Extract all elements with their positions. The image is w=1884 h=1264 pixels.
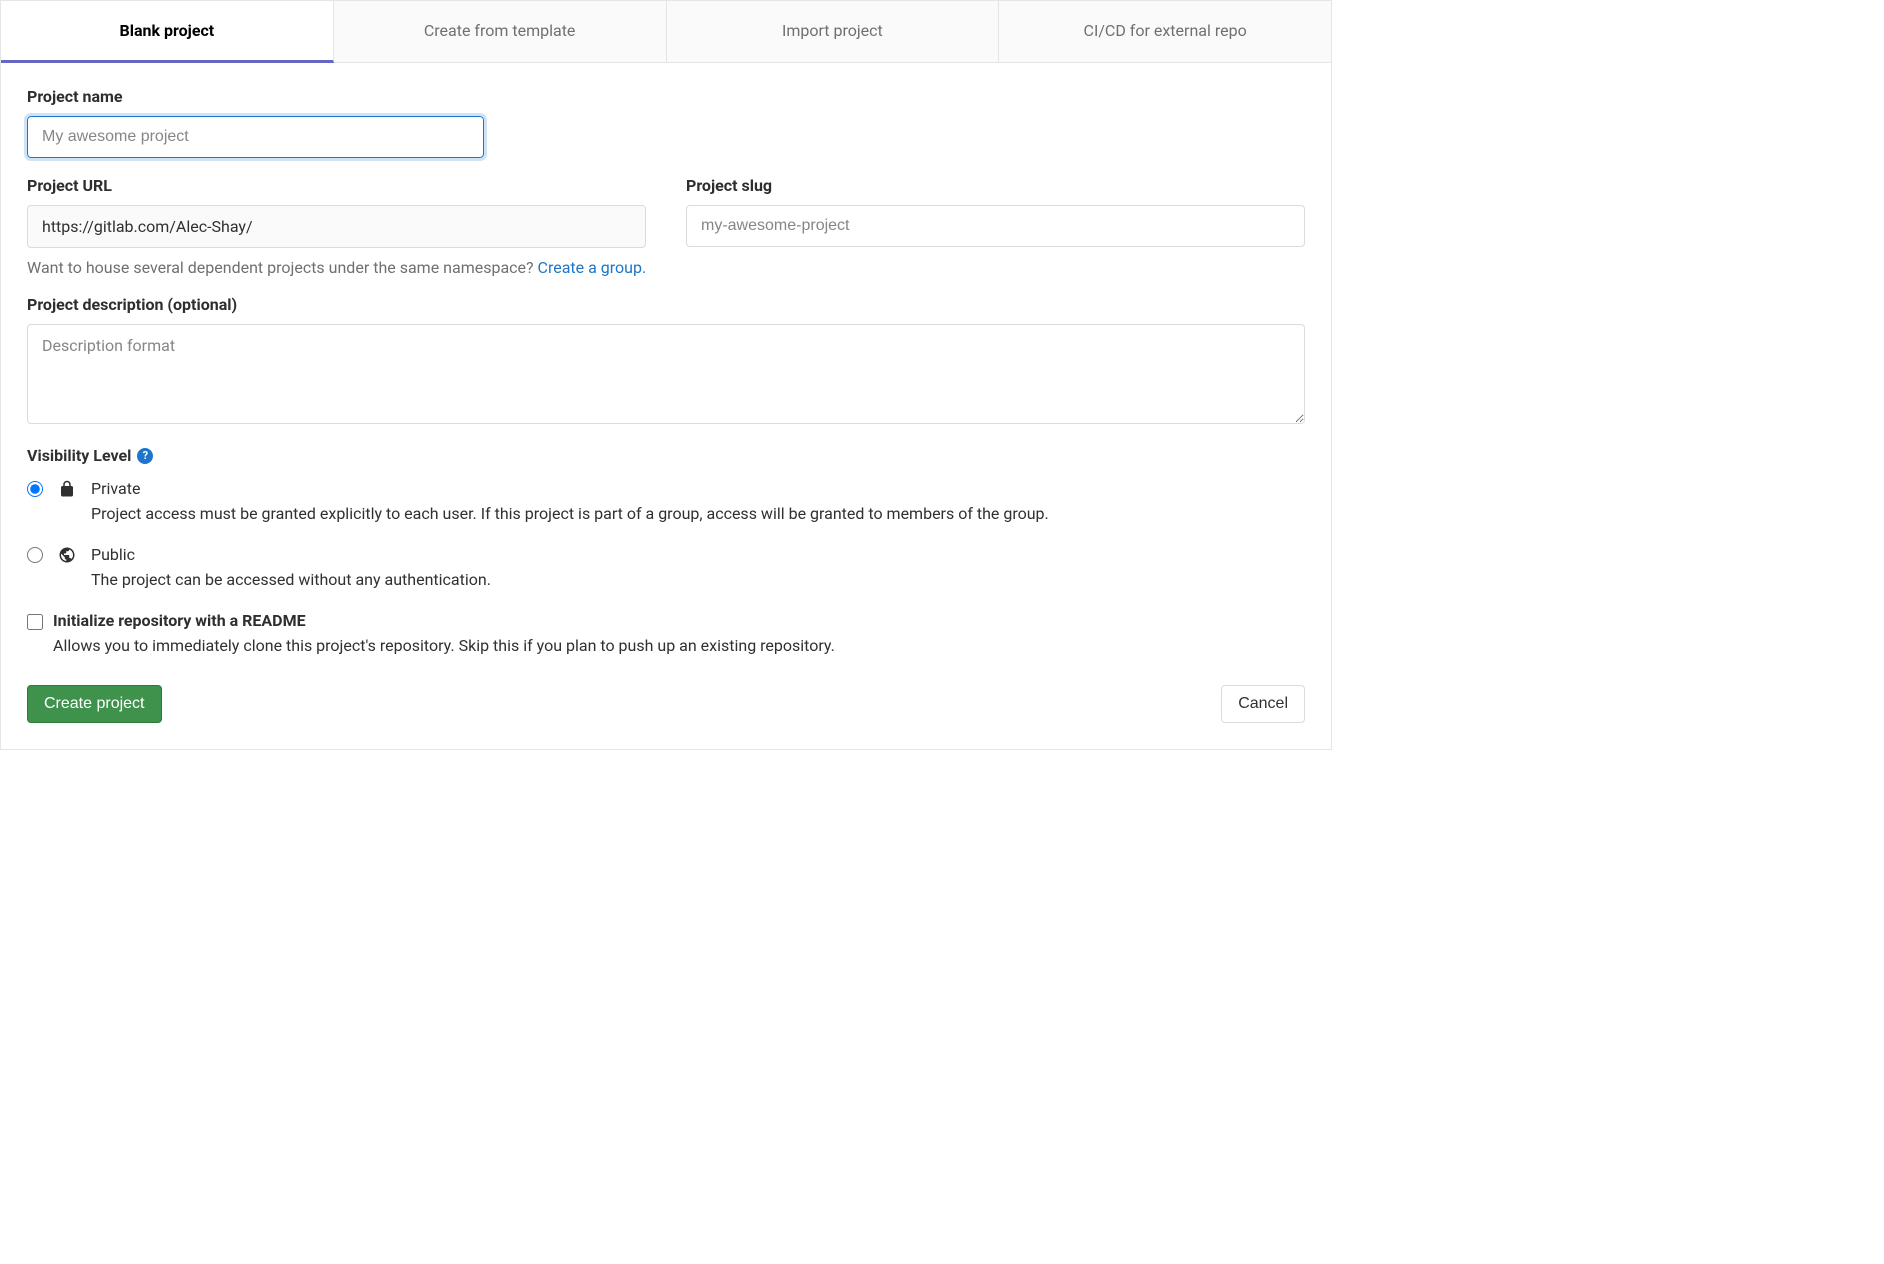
visibility-public-desc: The project can be accessed without any … — [91, 570, 1305, 589]
project-description-label: Project description (optional) — [27, 295, 1305, 314]
namespace-help-text: Want to house several dependent projects… — [27, 258, 1305, 277]
tab-import-project[interactable]: Import project — [667, 1, 1000, 62]
globe-icon — [57, 545, 77, 565]
visibility-private-title: Private — [91, 479, 1305, 498]
project-url-display[interactable]: https://gitlab.com/Alec-Shay/ — [27, 205, 646, 248]
namespace-help-prefix: Want to house several dependent projects… — [27, 258, 538, 277]
project-description-input[interactable] — [27, 324, 1305, 424]
create-group-link[interactable]: Create a group. — [538, 258, 647, 277]
create-project-button[interactable]: Create project — [27, 685, 162, 723]
initialize-readme-title: Initialize repository with a README — [53, 611, 1305, 630]
visibility-public-radio[interactable] — [27, 547, 43, 563]
tab-cicd-external-repo[interactable]: CI/CD for external repo — [999, 1, 1331, 62]
tab-create-from-template[interactable]: Create from template — [334, 1, 667, 62]
tab-blank-project[interactable]: Blank project — [1, 1, 334, 63]
project-name-label: Project name — [27, 87, 1305, 106]
help-icon[interactable]: ? — [137, 448, 153, 464]
cancel-button[interactable]: Cancel — [1221, 685, 1305, 723]
visibility-private-desc: Project access must be granted explicitl… — [91, 504, 1305, 523]
project-name-input[interactable] — [27, 116, 484, 158]
project-tabs: Blank project Create from template Impor… — [1, 1, 1331, 63]
lock-icon — [57, 479, 77, 499]
project-slug-label: Project slug — [686, 176, 1305, 195]
project-url-label: Project URL — [27, 176, 646, 195]
visibility-public-title: Public — [91, 545, 1305, 564]
project-slug-input[interactable] — [686, 205, 1305, 247]
initialize-readme-desc: Allows you to immediately clone this pro… — [53, 636, 1305, 655]
initialize-readme-checkbox[interactable] — [27, 614, 43, 630]
visibility-level-label: Visibility Level — [27, 446, 131, 465]
visibility-private-radio[interactable] — [27, 481, 43, 497]
